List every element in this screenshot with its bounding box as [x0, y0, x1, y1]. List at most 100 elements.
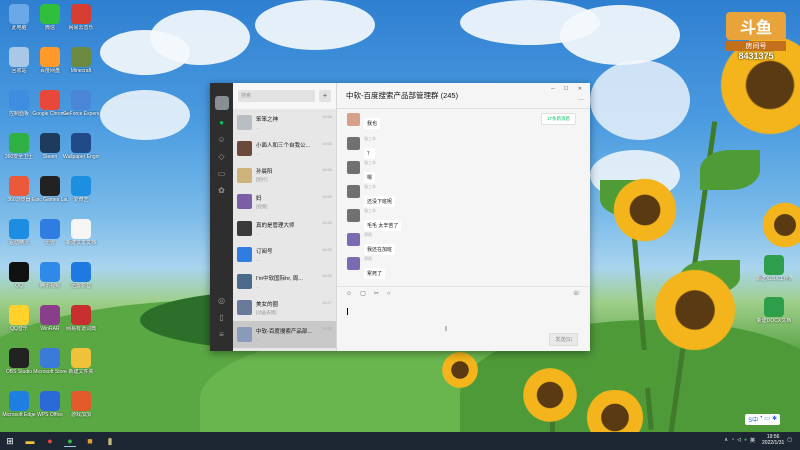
- screenshot-icon[interactable]: ✂: [374, 290, 379, 297]
- network-icon[interactable]: ◔: [731, 437, 734, 443]
- settings-icon[interactable]: ✱: [772, 415, 777, 424]
- app-icon: [9, 4, 29, 24]
- phone-icon[interactable]: ▯: [217, 313, 227, 323]
- chat-list-item[interactable]: I'm中软国际hr, 周...… 19:30: [233, 268, 336, 295]
- desktop-icon[interactable]: 游戏加加: [63, 391, 99, 418]
- app-icon: [71, 391, 91, 411]
- sender-avatar[interactable]: [347, 161, 360, 174]
- chat-name: 订阅号: [256, 249, 273, 256]
- folder-taskbar-icon[interactable]: ▬: [24, 435, 36, 447]
- sender-avatar[interactable]: [347, 257, 360, 270]
- desktop-icon[interactable]: Minecraft: [63, 47, 99, 74]
- chat-avatar: [237, 220, 252, 236]
- chat-time: 19:54: [321, 167, 332, 172]
- chat-list-item[interactable]: 孙晨阳 [图片] 19:54: [233, 162, 336, 189]
- tray-expand-icon[interactable]: ∧: [724, 437, 728, 443]
- start-icon[interactable]: ⊞: [4, 435, 16, 447]
- more-icon[interactable]: ···: [578, 97, 584, 103]
- chat-preview: [视频]: [256, 203, 268, 209]
- wechat-tray-icon[interactable]: ●: [744, 437, 747, 443]
- desktop-icon[interactable]: 迅雷影音: [63, 262, 99, 289]
- desktop-icon[interactable]: GeForce Experience: [63, 90, 99, 117]
- language-icon[interactable]: 英: [750, 437, 755, 444]
- desktop-icon[interactable]: Wallpaper Engine: [63, 133, 99, 160]
- message-input[interactable]: I 发送(S): [337, 300, 590, 351]
- clock[interactable]: 19:56 2022/1/31: [762, 434, 784, 446]
- sender-name: 张三丰: [364, 136, 376, 141]
- chat-icon[interactable]: ●: [217, 118, 227, 128]
- chat-list-item[interactable]: 中软-百度搜索产品部...… 19:25: [233, 321, 336, 348]
- add-button[interactable]: +: [319, 90, 331, 102]
- file-icon[interactable]: ▢: [360, 290, 366, 297]
- sender-name: 张三丰: [364, 208, 376, 213]
- chat-time: 19:32: [321, 246, 332, 252]
- chat-history-icon[interactable]: ○: [387, 291, 391, 297]
- desktop-icon[interactable]: 网易有道词典: [63, 305, 99, 332]
- desktop-icon[interactable]: 新建DOCX文档: [756, 297, 792, 324]
- minecraft-taskbar-icon[interactable]: ▮: [104, 435, 116, 447]
- chat-list-item[interactable]: 笨笨之神… 19:56: [233, 109, 336, 136]
- new-message-button[interactable]: 17条新消息: [540, 113, 576, 125]
- window-controls[interactable]: ─ ☐ ✕: [551, 86, 586, 92]
- notification-icon[interactable]: ▢: [787, 437, 792, 443]
- chat-time: 19:30: [321, 273, 332, 278]
- mic-icon[interactable]: •: [760, 415, 762, 424]
- system-tray: S中 • ▭ ✱ ∧ ◔ ◁ ● 英 19:56 2022/1/31 ▢: [724, 414, 792, 446]
- chat-list-item[interactable]: 妈 [视频] 19:50: [233, 189, 336, 216]
- emoji-icon[interactable]: ☺: [346, 291, 352, 297]
- chrome-taskbar-icon[interactable]: ●: [44, 435, 56, 447]
- message-bubble[interactable]: 嗯: [364, 172, 376, 183]
- favorites-icon[interactable]: ◇: [217, 152, 227, 162]
- app-icon: [40, 47, 60, 67]
- desktop-icon[interactable]: 网易云音乐: [63, 4, 99, 31]
- chat-list-item[interactable]: 美女的圈 [动画表情] 19:27: [233, 295, 336, 322]
- message-bubble[interactable]: 毛毛 太辛苦了: [364, 220, 402, 231]
- call-icon[interactable]: ☏: [572, 290, 580, 297]
- message-bubble[interactable]: 我也: [364, 118, 381, 129]
- keyboard-icon[interactable]: ▭: [764, 415, 770, 424]
- desktop-icon[interactable]: 新建文件夹: [63, 348, 99, 375]
- chat-list-item[interactable]: 真的是管理大师… 19:40: [233, 215, 336, 242]
- chat-preview: [图片]: [256, 177, 268, 183]
- search-bar: 搜索 +: [233, 83, 336, 109]
- message-bubble[interactable]: 累死了: [364, 268, 386, 279]
- desktop-icon[interactable]: 爱奇艺: [63, 176, 99, 203]
- desktop-icon[interactable]: 新建XLSX工作表: [756, 255, 792, 282]
- volume-icon[interactable]: ◁: [737, 437, 741, 443]
- message-bubble[interactable]: ？: [364, 148, 376, 159]
- ime-toolbar[interactable]: S中 • ▭ ✱: [745, 414, 780, 425]
- chat-message: 郑雨 累死了: [347, 256, 590, 279]
- desktop-icon[interactable]: 新建文本文档: [63, 219, 99, 246]
- message-bubble[interactable]: 还没下班呢: [364, 196, 396, 207]
- chat-time: 19:27: [321, 299, 332, 305]
- sender-avatar[interactable]: [347, 137, 360, 150]
- moments-icon[interactable]: ✿: [217, 186, 227, 196]
- app-taskbar-icon[interactable]: ■: [84, 435, 96, 447]
- menu-icon[interactable]: ≡: [217, 330, 227, 340]
- sender-avatar[interactable]: [347, 209, 360, 222]
- wechat-taskbar-icon[interactable]: ●: [64, 435, 76, 447]
- chat-list-item[interactable]: 小面人和三个自我公...… 19:55: [233, 136, 336, 163]
- search-input[interactable]: 搜索: [238, 90, 315, 102]
- send-button[interactable]: 发送(S): [549, 333, 578, 346]
- desktop-icon-label: 游戏加加: [70, 412, 91, 418]
- message-bubble[interactable]: 我还在加班: [364, 244, 396, 255]
- sender-avatar[interactable]: [347, 233, 360, 246]
- sender-avatar[interactable]: [347, 113, 360, 126]
- chat-preview: …: [256, 257, 261, 263]
- wechat-window: ● ☺ ◇ ▭ ✿ ◎ ▯ ≡ 搜索 + 笨笨之神… 19:56 小面人和三个自我公…: [210, 83, 590, 351]
- chat-name: 小面人和三个自我公...: [256, 143, 311, 150]
- folder-icon[interactable]: ▭: [217, 169, 227, 179]
- app-icon: [40, 4, 60, 24]
- chat-name: 孙晨阳: [256, 169, 273, 176]
- contacts-icon[interactable]: ☺: [217, 135, 227, 145]
- app-icon: [40, 90, 60, 110]
- chat-preview: …: [256, 230, 261, 236]
- wechat-nav-bar: ● ☺ ◇ ▭ ✿ ◎ ▯ ≡: [210, 83, 233, 351]
- sender-avatar[interactable]: [347, 185, 360, 198]
- chat-list-item[interactable]: 订阅号… 19:32: [233, 242, 336, 269]
- clock-date: 2022/1/31: [762, 440, 785, 446]
- mini-program-icon[interactable]: ◎: [217, 296, 227, 306]
- avatar[interactable]: [214, 96, 229, 110]
- desktop-icon-label: GeForce Experience: [63, 111, 99, 117]
